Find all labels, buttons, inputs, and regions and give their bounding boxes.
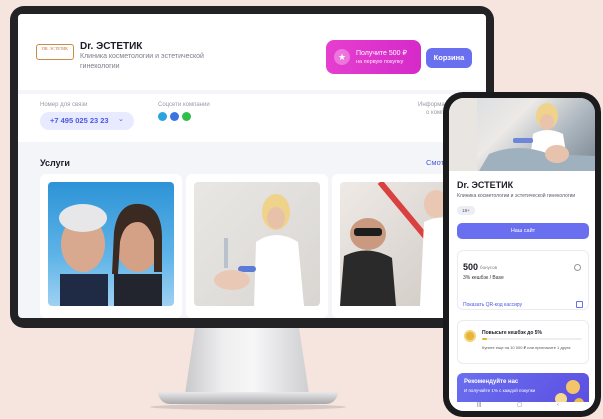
our-site-button[interactable]: Наш сайт bbox=[457, 223, 589, 239]
bonus-label: бонусов bbox=[480, 265, 497, 270]
phone-company-name: Dr. ЭСТЕТИК bbox=[457, 180, 514, 190]
promo-subtitle: на первую покупку bbox=[356, 59, 404, 65]
monitor-shadow bbox=[150, 404, 346, 410]
home-icon[interactable]: ▢ bbox=[517, 402, 522, 408]
star-icon: ★ bbox=[334, 49, 350, 65]
whatsapp-icon[interactable] bbox=[182, 112, 191, 121]
faces-illustration bbox=[59, 203, 162, 306]
service-card[interactable] bbox=[40, 174, 182, 318]
referral-subtitle: И получайте 1% с каждой покупки bbox=[464, 388, 536, 393]
phone-navigation-bar: ||| ▢ ‹ bbox=[449, 402, 595, 411]
qr-code-icon[interactable] bbox=[576, 301, 583, 308]
upgrade-note: Купите еще на 10 000 ₽ или пригласите 1 … bbox=[482, 345, 571, 350]
phone-screen: Dr. ЭСТЕТИК Клиника косметологии и эстет… bbox=[449, 98, 595, 411]
upgrade-progress-track bbox=[482, 338, 582, 340]
company-logo: DR. ЭСТЕТИК bbox=[36, 44, 74, 60]
menu-icon[interactable]: ||| bbox=[477, 402, 481, 408]
phone-frame: Dr. ЭСТЕТИК Клиника косметологии и эстет… bbox=[443, 92, 601, 417]
desktop-screen: DR. ЭСТЕТИК Dr. ЭСТЕТИК Клиника косметол… bbox=[18, 14, 486, 318]
age-badge: 18+ bbox=[457, 206, 475, 215]
info-icon[interactable] bbox=[574, 264, 581, 271]
company-header: DR. ЭСТЕТИК Dr. ЭСТЕТИК Клиника косметол… bbox=[18, 14, 486, 90]
referral-title: Рекомендуйте нас bbox=[464, 379, 519, 385]
medal-icon bbox=[464, 330, 476, 342]
show-qr-link[interactable]: Показать QR-код кассиру bbox=[463, 302, 522, 308]
promo-button[interactable]: ★ Получите 500 ₽ на первую покупку bbox=[326, 40, 421, 74]
hero-photo bbox=[449, 98, 595, 171]
hero-illustration bbox=[449, 98, 595, 171]
monitor-stand-base bbox=[158, 392, 338, 404]
vk-icon[interactable] bbox=[170, 112, 179, 121]
service-photo bbox=[48, 182, 174, 306]
monitor-stand bbox=[185, 328, 309, 394]
upgrade-title: Повысьте кешбэк до 5% bbox=[482, 330, 542, 336]
monitor-frame: DR. ЭСТЕТИК Dr. ЭСТЕТИК Клиника косметол… bbox=[10, 6, 494, 328]
back-icon[interactable]: ‹ bbox=[557, 402, 559, 408]
upgrade-card bbox=[457, 320, 589, 364]
services-title: Услуги bbox=[40, 158, 70, 168]
promo-title: Получите 500 ₽ bbox=[356, 50, 407, 57]
service-photo bbox=[194, 182, 320, 306]
cosmetologist-illustration bbox=[214, 194, 304, 306]
chevron-down-icon[interactable]: ⌄ bbox=[118, 115, 124, 123]
telegram-icon[interactable] bbox=[158, 112, 167, 121]
phone-company-subtitle: Клиника косметологии и эстетической гине… bbox=[457, 193, 576, 199]
company-subtitle: Клиника косметологии и эстетической гине… bbox=[80, 53, 204, 70]
service-card[interactable] bbox=[186, 174, 328, 318]
bonus-amount: 500 bbox=[463, 262, 479, 272]
cart-button[interactable]: Корзина bbox=[426, 48, 472, 68]
upgrade-progress-fill bbox=[482, 338, 487, 340]
contact-label: Номер для связи bbox=[40, 102, 88, 108]
social-label: Соцсети компании bbox=[158, 102, 210, 108]
company-name: Dr. ЭСТЕТИК bbox=[80, 41, 143, 52]
cashback-level: 3% кешбэк / Base bbox=[463, 275, 504, 281]
